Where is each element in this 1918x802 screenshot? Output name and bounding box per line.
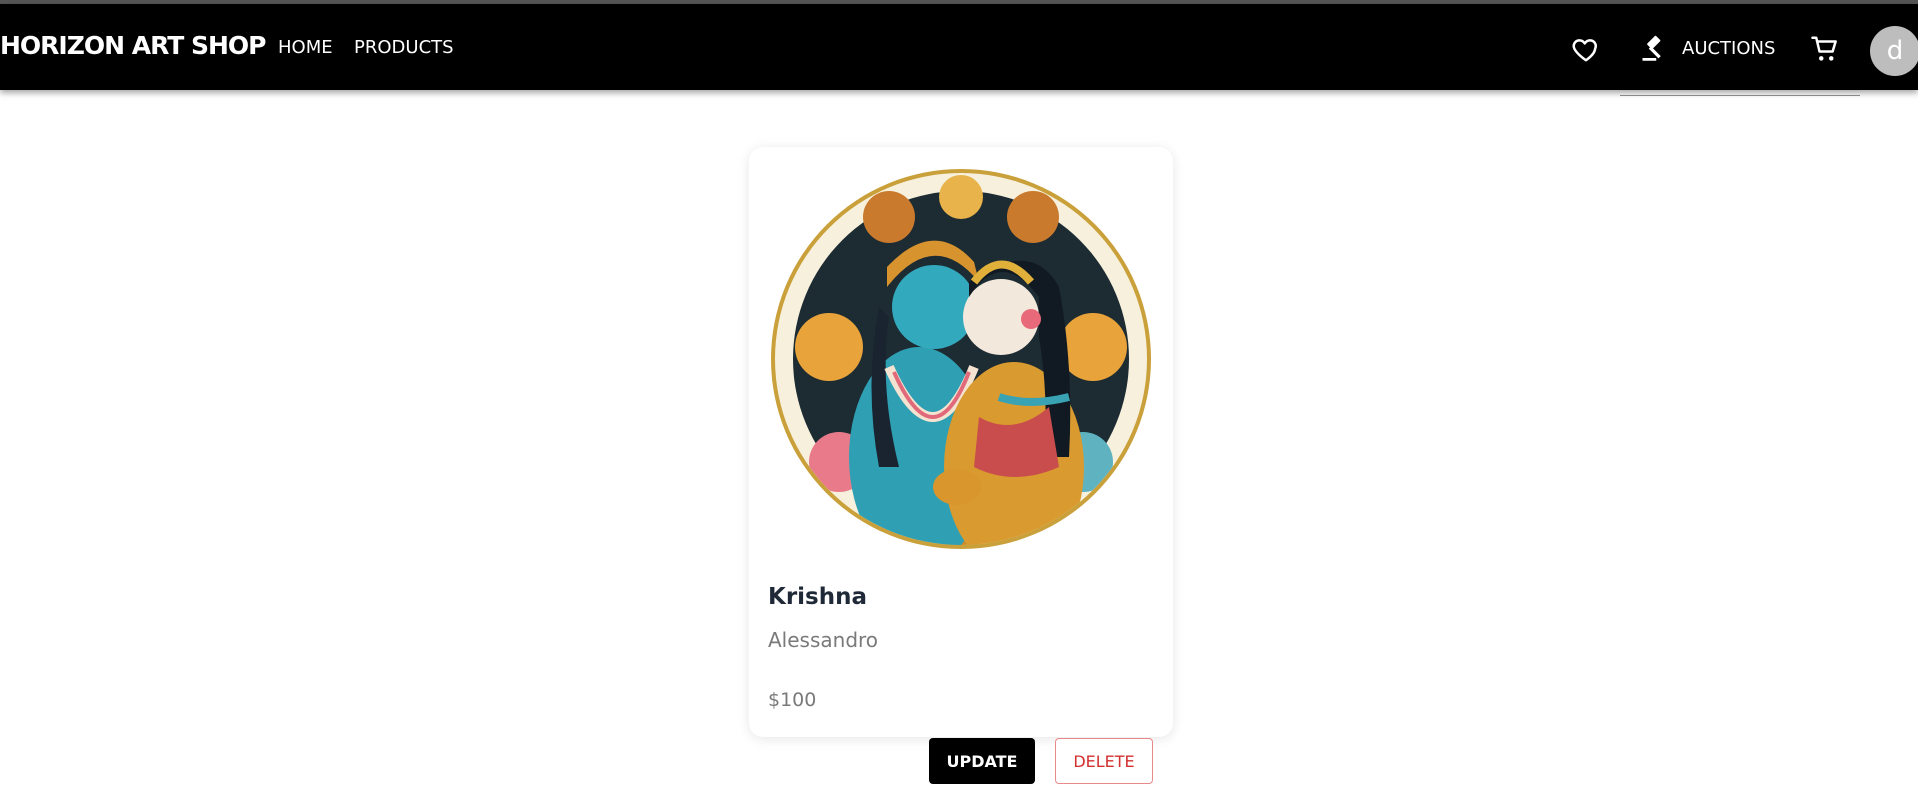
favorites-button[interactable]: [1571, 34, 1601, 64]
nav-products-link[interactable]: PRODUCTS: [354, 37, 454, 58]
auctions-label: AUCTIONS: [1682, 37, 1776, 59]
product-card[interactable]: Krishna Alessandro $100: [749, 147, 1173, 737]
update-button[interactable]: UPDATE: [929, 738, 1035, 784]
cart-icon: [1811, 36, 1837, 61]
user-avatar[interactable]: d: [1870, 26, 1918, 76]
delete-button[interactable]: DELETE: [1055, 738, 1153, 784]
cart-button[interactable]: [1810, 34, 1840, 64]
product-price: $100: [768, 689, 817, 711]
product-artist: Alessandro: [768, 628, 879, 652]
brand-logo[interactable]: HORIZON ART SHOP: [0, 31, 266, 60]
gavel-icon: [1642, 35, 1661, 61]
auctions-button[interactable]: AUCTIONS: [1640, 30, 1775, 66]
product-title[interactable]: Krishna: [768, 584, 867, 610]
menu-underline-divider: [1620, 95, 1860, 96]
nav-home-link[interactable]: HOME: [278, 37, 333, 58]
heart-icon: [1572, 39, 1597, 62]
product-image: [771, 169, 1151, 549]
navbar: HORIZON ART SHOP HOME PRODUCTS AUCTIONS …: [0, 4, 1918, 90]
